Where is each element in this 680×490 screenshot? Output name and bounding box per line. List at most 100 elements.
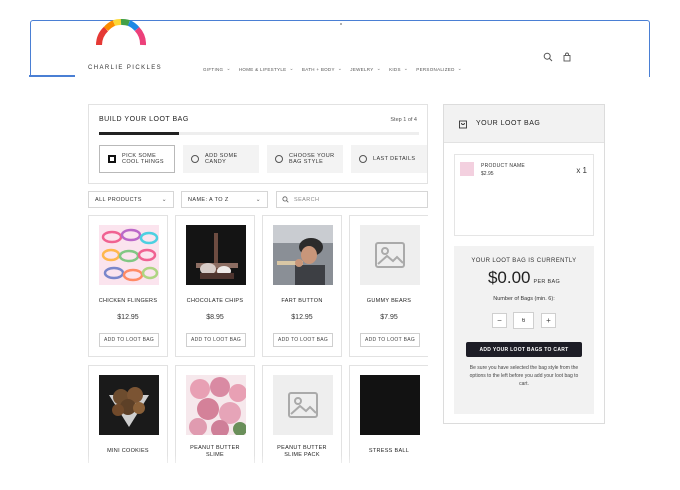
loot-bag-panel: YOUR LOOT BAG PRODUCT NAME $2.95 x 1 YOU… [443, 104, 605, 424]
nav-label: KIDS [389, 66, 401, 72]
product-card[interactable]: PEANUT BUTTERSLIME PACK [262, 365, 342, 463]
nav-label: HOME & LIFESTYLE [238, 66, 287, 72]
step-choose-bag-style[interactable]: CHOOSE YOUR BAG STYLE [267, 145, 343, 173]
step-radio-icon [359, 155, 367, 163]
loot-bag-builder: BUILD YOUR LOOT BAG Step 1 of 4 PICK SOM… [88, 104, 428, 184]
scroll-fade [80, 455, 620, 490]
chevron-down-icon: ⌄ [403, 66, 409, 72]
nav-item-bath-body[interactable]: BATH + BODY ⌄ [302, 66, 342, 72]
image-placeholder-icon [273, 375, 333, 435]
step-last-details[interactable]: LAST DETAILS [351, 145, 427, 173]
search-icon[interactable] [543, 52, 553, 62]
chevron-down-icon: ⌄ [457, 66, 463, 72]
product-name: CHOCOLATE CHIPS [186, 298, 244, 304]
step-radio-icon [191, 155, 199, 163]
step-add-candy[interactable]: ADD SOME CANDY [183, 145, 259, 173]
product-image-chocolate [186, 225, 246, 285]
product-grid: CHICKEN FLINGERS $12.95 ADD TO LOOT BAG … [88, 215, 428, 463]
cart-help-text: Be sure you have selected the bag style … [469, 365, 579, 387]
nav-item-jewelry[interactable]: JEWELRY ⌄ [350, 66, 381, 72]
item-thumbnail [460, 162, 474, 176]
product-price: $12.95 [117, 314, 139, 321]
step-label: CHOOSE YOUR BAG STYLE [289, 152, 335, 166]
sort-select-value: NAME: A TO Z [188, 196, 229, 203]
header-actions [543, 52, 572, 62]
item-price: $2.95 [481, 171, 494, 177]
chevron-down-icon: ⌄ [376, 66, 382, 72]
product-name: MINI COOKIES [107, 448, 149, 454]
nav-item-kids[interactable]: KIDS ⌄ [389, 66, 408, 72]
loot-bag-summary: YOUR LOOT BAG IS CURRENTLY $0.00 PER BAG … [454, 246, 594, 414]
currently-label: YOUR LOOT BAG IS CURRENTLY [471, 258, 577, 264]
add-to-cart-button[interactable]: ADD YOUR LOOT BAGS TO CART [466, 342, 582, 357]
product-name: STRESS BALL [368, 448, 410, 454]
step-list: PICK SOME COOL THINGS ADD SOME CANDY CHOOS… [99, 145, 427, 173]
item-name: PRODUCT NAME [481, 163, 526, 169]
product-card[interactable]: CHICKEN FLINGERS $12.95 ADD TO LOOT BAG [88, 215, 168, 357]
product-card[interactable]: FART BUTTON $12.95 ADD TO LOOT BAG [262, 215, 342, 357]
rainbow-logo-icon [96, 18, 146, 46]
header-accent-line [29, 75, 75, 77]
bag-icon [459, 120, 467, 129]
chevron-down-icon: ⌄ [337, 66, 343, 72]
step-pick-cool-things[interactable]: PICK SOME COOL THINGS [99, 145, 175, 173]
chevron-down-icon: ⌄ [289, 66, 294, 72]
step-label: LAST DETAILS [373, 155, 416, 162]
product-card[interactable]: STRESS BALL [349, 365, 428, 463]
search-icon [282, 196, 289, 203]
decrease-bags-button[interactable]: − [492, 313, 507, 328]
product-image-bracelets [99, 225, 159, 285]
step-radio-icon [275, 155, 283, 163]
loot-bag-title: YOUR LOOT BAG [476, 120, 541, 127]
chevron-down-icon: ⌄ [255, 197, 261, 203]
header-dot [340, 23, 342, 25]
product-card[interactable]: CHOCOLATE CHIPS $8.95 ADD TO LOOT BAG [175, 215, 255, 357]
product-image-person [273, 225, 333, 285]
product-price: $7.95 [380, 314, 398, 321]
product-name: CHICKEN FLINGERS [98, 298, 158, 304]
add-to-loot-bag-button[interactable]: ADD TO LOOT BAG [360, 333, 420, 347]
loot-bag-item: PRODUCT NAME $2.95 x 1 [454, 154, 594, 236]
product-name: GUMMY BEARS [366, 298, 412, 304]
category-select-value: ALL PRODUCTS [95, 196, 142, 203]
product-card[interactable]: PEANUT BUTTERSLIME [175, 365, 255, 463]
product-name: FART BUTTON [281, 298, 323, 304]
number-of-bags-input[interactable] [513, 312, 534, 329]
progress-bar [99, 132, 419, 135]
nav-item-personalized[interactable]: PERSONALIZED ⌄ [416, 66, 462, 72]
step-label: PICK SOME COOL THINGS [122, 152, 164, 166]
logo-wordmark: CHARLIE PICKLES [88, 65, 163, 71]
number-of-bags-label: Number of Bags (min. 6): [493, 296, 555, 302]
bag-price: $0.00 [487, 268, 531, 287]
add-to-loot-bag-button[interactable]: ADD TO LOOT BAG [99, 333, 159, 347]
step-radio-icon [108, 155, 116, 163]
chevron-down-icon: ⌄ [161, 197, 167, 203]
product-image-dark [360, 375, 420, 435]
product-image-flowers [186, 375, 246, 435]
add-to-loot-bag-button[interactable]: ADD TO LOOT BAG [186, 333, 246, 347]
product-price: $8.95 [206, 314, 224, 321]
nav-label: BATH + BODY [301, 66, 335, 72]
category-select[interactable]: ALL PRODUCTS ⌄ [88, 191, 174, 208]
step-label: ADD SOME CANDY [205, 152, 238, 166]
product-card[interactable]: MINI COOKIES [88, 365, 168, 463]
add-to-loot-bag-button[interactable]: ADD TO LOOT BAG [273, 333, 333, 347]
chevron-down-icon: ⌄ [226, 66, 231, 72]
increase-bags-button[interactable]: + [541, 313, 556, 328]
product-search-input[interactable] [276, 191, 428, 208]
builder-title: BUILD YOUR LOOT BAG [99, 116, 189, 123]
sort-select[interactable]: NAME: A TO Z ⌄ [181, 191, 268, 208]
product-image-cookies [99, 375, 159, 435]
nav-label: JEWELRY [350, 66, 374, 72]
image-placeholder-icon [360, 225, 420, 285]
nav-label: GIFTING [203, 66, 224, 72]
nav-item-gifting[interactable]: GIFTING ⌄ [203, 66, 231, 72]
loot-bag-header: YOUR LOOT BAG [444, 105, 604, 143]
shopping-bag-icon[interactable] [562, 52, 572, 62]
product-card[interactable]: GUMMY BEARS $7.95 ADD TO LOOT BAG [349, 215, 428, 357]
per-bag-label: PER BAG [533, 279, 561, 285]
brand-logo[interactable]: CHARLIE PICKLES [88, 17, 163, 77]
nav-label: PERSONALIZED [416, 66, 455, 72]
nav-item-home-lifestyle[interactable]: HOME & LIFESTYLE ⌄ [239, 66, 294, 72]
progress-fill [99, 132, 179, 135]
